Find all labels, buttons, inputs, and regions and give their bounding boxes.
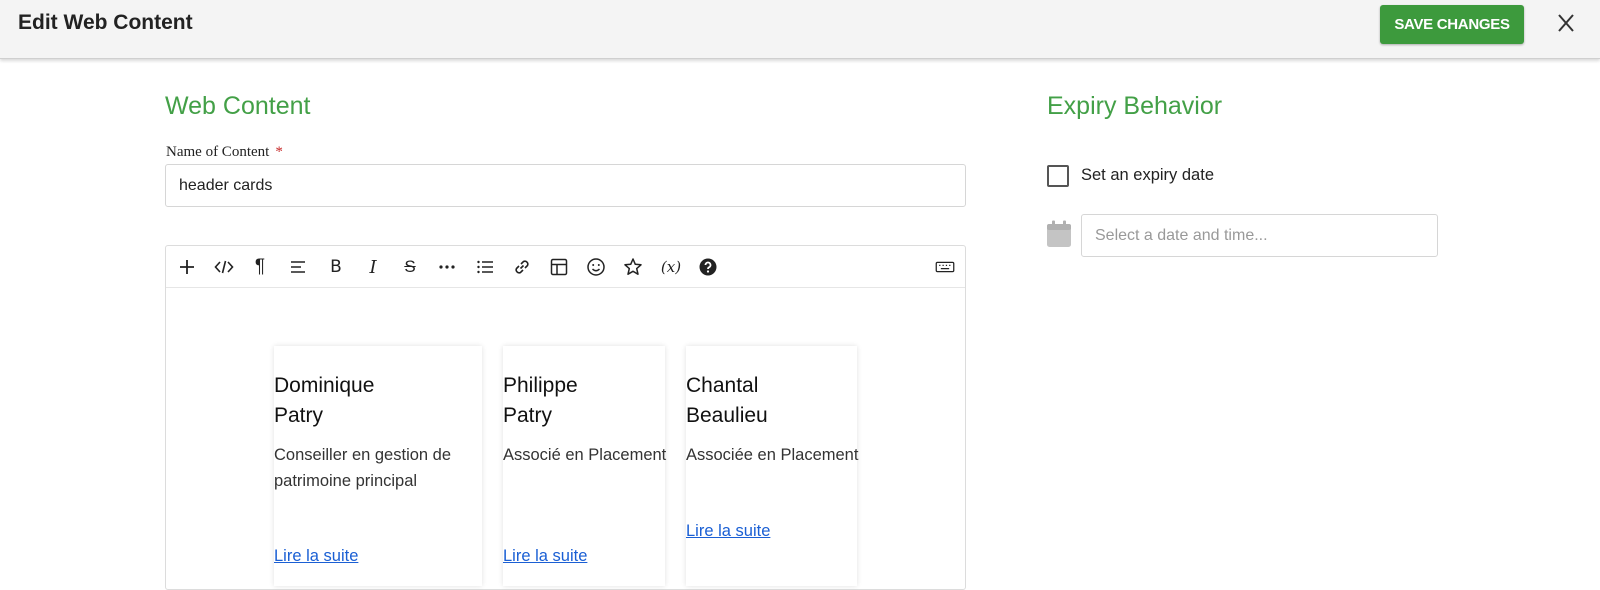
card-role: Associée en Placement — [686, 446, 859, 464]
card-name: Dominique Patry — [274, 374, 375, 427]
read-more-link[interactable]: Lire la suite — [503, 547, 587, 566]
bold-icon[interactable]: B — [325, 256, 347, 278]
read-more-link[interactable]: Lire la suite — [686, 522, 770, 541]
expiry-date-checkbox-label[interactable]: Set an expiry date — [1081, 166, 1214, 185]
page-title: Edit Web Content — [18, 11, 193, 34]
more-icon[interactable] — [436, 256, 458, 278]
web-content-heading: Web Content — [165, 92, 311, 120]
italic-icon[interactable]: I — [362, 256, 384, 278]
expiry-date-checkbox[interactable] — [1047, 165, 1069, 187]
name-of-content-label: Name of Content * — [166, 144, 283, 161]
card-name: Philippe Patry — [503, 374, 578, 427]
expiry-behavior-heading: Expiry Behavior — [1047, 92, 1223, 120]
table-icon[interactable] — [548, 256, 570, 278]
card-role: Associé en Placement — [503, 446, 667, 464]
plus-icon[interactable] — [176, 256, 198, 278]
code-icon[interactable] — [213, 256, 235, 278]
team-card: Philippe Patry Associé en Placement Lire … — [503, 346, 667, 586]
required-mark: * — [275, 144, 283, 160]
help-icon[interactable] — [697, 256, 719, 278]
link-icon[interactable] — [511, 256, 533, 278]
calendar-icon — [1047, 220, 1071, 247]
keyboard-icon[interactable] — [933, 256, 957, 278]
top-bar: Edit Web Content SAVE CHANGES — [0, 0, 1600, 59]
list-icon[interactable] — [474, 256, 496, 278]
name-label-text: Name of Content — [166, 144, 270, 160]
close-icon[interactable] — [1556, 12, 1576, 34]
align-icon[interactable] — [287, 256, 309, 278]
card-role: Conseiller en gestion de patrimoine princ… — [274, 446, 452, 490]
name-of-content-input[interactable] — [165, 164, 966, 207]
expiry-date-input[interactable] — [1081, 214, 1438, 257]
read-more-link[interactable]: Lire la suite — [274, 547, 358, 566]
paragraph-icon[interactable]: ¶ — [249, 256, 271, 278]
save-changes-button[interactable]: SAVE CHANGES — [1380, 5, 1524, 44]
team-card: Dominique Patry Conseiller en gestion de p… — [274, 346, 482, 586]
editor-toolbar: ¶ B I S (x) — [166, 246, 965, 288]
team-card: Chantal Beaulieu Associée en Placement Li… — [686, 346, 859, 586]
card-name: Chantal Beaulieu — [686, 374, 768, 427]
strikethrough-icon[interactable]: S — [399, 256, 421, 278]
emoji-icon[interactable] — [585, 256, 607, 278]
star-icon[interactable] — [622, 256, 644, 278]
variable-icon[interactable]: (x) — [656, 256, 686, 278]
